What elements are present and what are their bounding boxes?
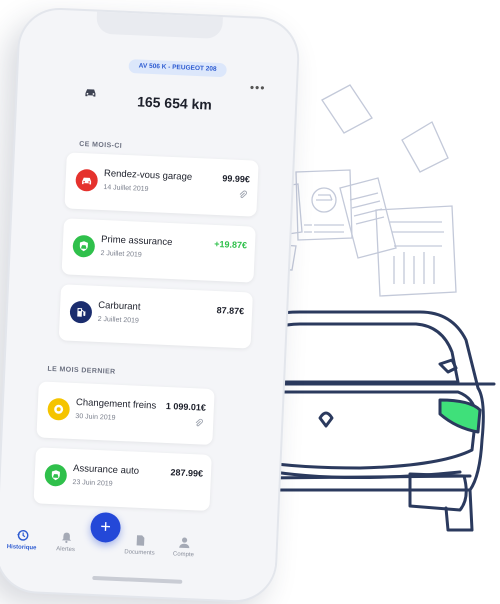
expense-amount: 87.87€	[216, 305, 245, 317]
expense-date: 2 Juillet 2019	[97, 315, 140, 325]
expense-date: 2 Juillet 2019	[100, 249, 142, 259]
expense-amount: 287.99€	[170, 467, 204, 479]
mileage-value: 165 654 km	[136, 93, 213, 113]
expense-title: Assurance auto	[72, 462, 140, 477]
car-icon[interactable]	[83, 85, 98, 100]
expense-title: Rendez-vous garage	[103, 168, 193, 183]
bell-icon	[61, 532, 71, 543]
expense-date: 23 Juin 2019	[72, 478, 113, 488]
expense-amount: 1 099.01€	[165, 400, 207, 413]
fuel-pump-icon	[69, 300, 93, 324]
expense-amount: +19.87€	[214, 238, 248, 251]
tab-historique[interactable]: Historique	[1, 528, 42, 552]
user-icon	[178, 537, 189, 549]
phone-mockup: AV 506 K - PEUGEOT 208 ••• 165 654 km CE…	[0, 6, 301, 604]
expense-card-brakes[interactable]: Changement freins 30 Juin 2019 1 099.01€	[36, 381, 215, 446]
expense-title: Changement freins	[75, 397, 157, 412]
phone-notch	[96, 11, 223, 40]
tab-alertes[interactable]: Alertes	[45, 530, 86, 554]
bottom-tab-bar: Historique Alertes Documents Compte	[0, 515, 277, 584]
expense-date: 14 Juillet 2019	[103, 184, 149, 193]
history-icon	[16, 529, 28, 541]
insurance-icon	[72, 234, 96, 258]
tab-compte[interactable]: Compte	[163, 535, 204, 559]
expense-amount: 99.99€	[222, 173, 251, 185]
expense-date: 30 Juin 2019	[75, 413, 116, 422]
expense-card-insurance-premium[interactable]: Prime assurance 2 Juillet 2019 +19.87€	[61, 218, 256, 283]
attachment-icon	[239, 190, 247, 199]
tab-label: Compte	[172, 551, 195, 559]
expense-card-garage[interactable]: Rendez-vous garage 14 Juillet 2019 99.99…	[64, 152, 259, 217]
app-screen: AV 506 K - PEUGEOT 208 ••• 165 654 km CE…	[0, 8, 299, 602]
tab-label: Historique	[6, 544, 37, 552]
more-options-icon[interactable]: •••	[250, 80, 266, 95]
attachment-icon	[195, 418, 203, 427]
tab-label: Documents	[124, 549, 155, 557]
section-this-month: CE MOIS-CI	[79, 140, 123, 150]
expense-title: Carburant	[98, 299, 141, 313]
expense-title: Prime assurance	[100, 233, 173, 249]
car-repair-icon	[75, 168, 99, 192]
tab-documents[interactable]: Documents	[119, 533, 160, 557]
expense-card-fuel[interactable]: Carburant 2 Juillet 2019 87.87€	[58, 284, 253, 349]
section-last-month: LE MOIS DERNIER	[47, 365, 116, 376]
tab-label: Alertes	[56, 546, 76, 554]
expense-card-car-insurance[interactable]: Assurance auto 23 Juin 2019 287.99€	[33, 447, 212, 511]
brake-disc-icon	[47, 397, 71, 421]
insurance-icon	[44, 463, 68, 487]
document-icon	[136, 535, 144, 546]
vehicle-plate-badge[interactable]: AV 506 K - PEUGEOT 208	[128, 59, 227, 78]
